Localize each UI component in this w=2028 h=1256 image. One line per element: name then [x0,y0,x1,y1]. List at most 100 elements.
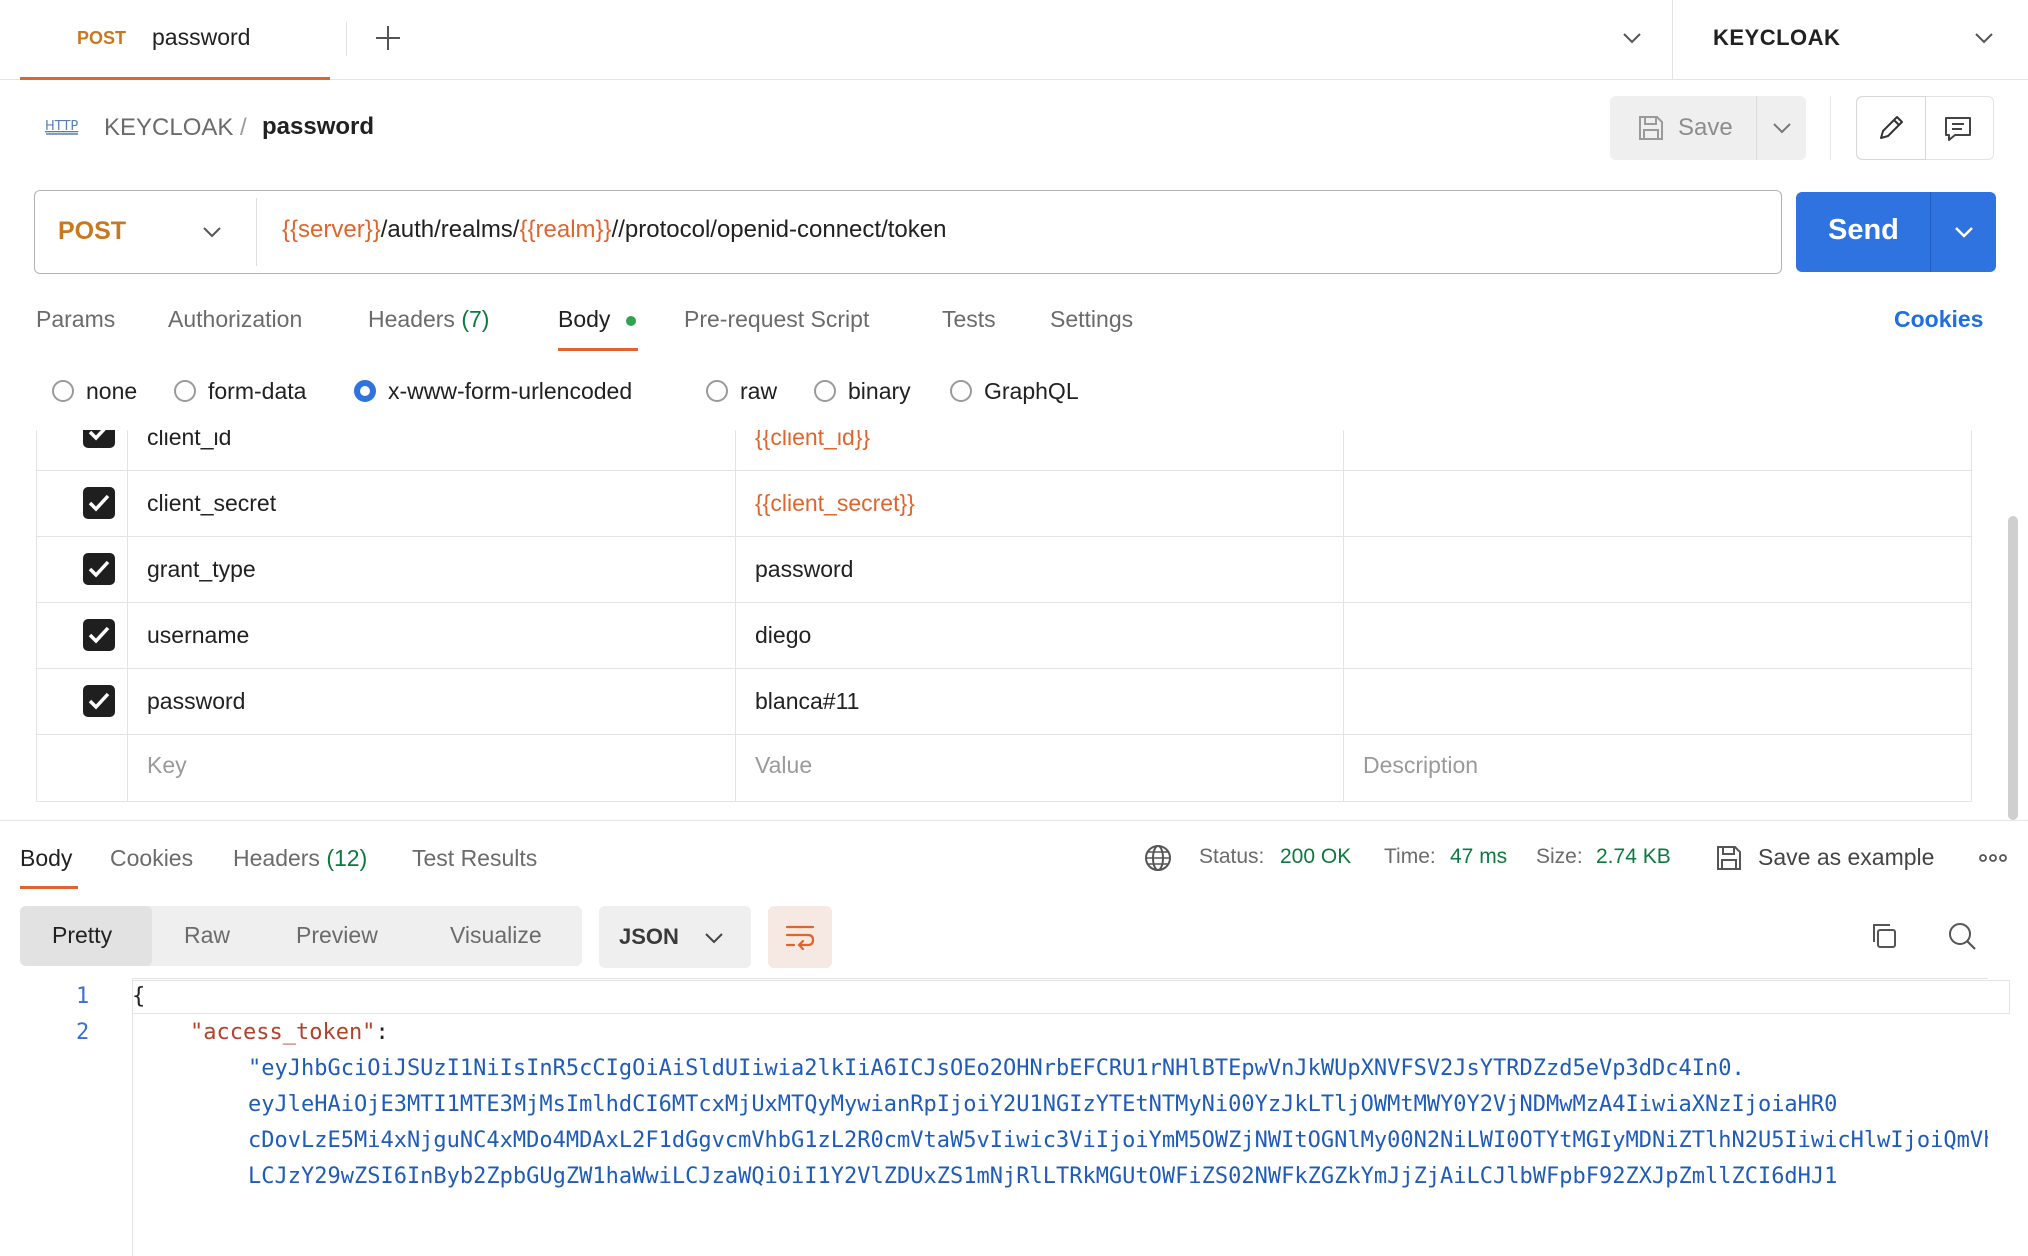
param-checkbox[interactable] [83,487,115,519]
param-key[interactable]: username [147,622,249,649]
search-icon[interactable] [1946,920,1978,952]
response-tab-cookies[interactable]: Cookies [110,845,193,872]
tab-tests[interactable]: Tests [942,306,996,333]
view-visualize-button[interactable]: Visualize [450,922,542,949]
param-key[interactable]: client_id [147,430,231,451]
radio-form-data[interactable] [174,380,196,402]
cookies-link[interactable]: Cookies [1894,306,1983,333]
url-realm-variable: {{realm}} [519,216,612,243]
new-param-value-input[interactable]: Value [755,752,812,779]
row-divider [37,470,1971,471]
size-value[interactable]: 2.74 KB [1596,845,1671,869]
send-options-chevron-icon[interactable] [1952,222,1976,242]
format-chevron-down-icon [702,928,726,948]
column-divider [1343,430,1344,801]
tab-method-label: POST [77,28,127,48]
save-as-example-button[interactable]: Save as example [1758,844,1934,871]
radio-binary[interactable] [814,380,836,402]
url-path-segment: //protocol/openid-connect/token [611,216,947,243]
tab-params[interactable]: Params [36,306,115,333]
save-example-disk-icon [1714,843,1744,873]
response-tab-body[interactable]: Body [20,845,72,872]
response-pane-divider[interactable] [0,820,2028,821]
url-path-segment: /auth/realms/ [380,216,520,243]
response-tab-test-results[interactable]: Test Results [412,845,537,872]
size-label: Size: [1536,845,1583,868]
radio-x-www-form-urlencoded[interactable] [354,380,376,402]
radio-raw-label: raw [740,378,778,404]
url-input[interactable]: {{server}}/auth/realms/{{realm}}//protoc… [282,216,946,244]
param-checkbox[interactable] [83,553,115,585]
radio-graphql[interactable] [950,380,972,402]
param-value[interactable]: blanca#11 [755,688,859,715]
param-checkbox[interactable] [83,685,115,717]
param-value[interactable]: {{client_id}} [755,430,870,451]
copy-icon[interactable] [1868,920,1900,952]
json-key: "access_token" [190,1020,376,1045]
toolbar-divider [1830,96,1831,160]
time-value[interactable]: 47 ms [1450,845,1507,869]
access-token-value: "eyJhbGciOiJSUzI1NiIsInR5cCIgOiAiSldUIiw… [248,1056,1988,1256]
pencil-icon [1874,111,1908,145]
json-colon: : [375,1020,389,1045]
view-raw-button[interactable]: Raw [184,922,230,949]
param-value[interactable]: diego [755,622,811,649]
more-options-icon[interactable] [1978,848,2008,868]
line-number: 2 [76,1020,90,1045]
json-string-line: eyJleHAiOjE3MTI1MTE3MjMsImlhdCI6MTcxMjUx… [248,1092,1838,1117]
format-selector-label: JSON [619,924,679,949]
breadcrumb-request-name[interactable]: password [262,113,374,141]
new-param-description-input[interactable]: Description [1363,752,1478,779]
breadcrumb-collection[interactable]: KEYCLOAK [104,114,233,142]
new-param-key-input[interactable]: Key [147,752,187,779]
tab-headers-count: (7) [461,306,490,332]
status-label: Status: [1199,845,1265,868]
current-line-highlight [132,980,2010,1014]
http-request-icon: HTTP [42,112,82,142]
param-value[interactable]: {{client_secret}} [755,490,915,517]
row-divider [37,668,1971,669]
tab-pre-request-script[interactable]: Pre-request Script [684,306,869,333]
radio-graphql-label: GraphQL [984,378,1079,404]
param-checkbox[interactable] [83,430,115,448]
save-button[interactable]: Save [1678,114,1733,142]
time-label: Time: [1384,845,1436,868]
globe-icon[interactable] [1143,843,1173,873]
param-value[interactable]: password [755,556,853,583]
code-line: "access_token": [190,1020,389,1045]
view-preview-button[interactable]: Preview [296,922,378,949]
method-chevron-down-icon[interactable] [200,222,224,242]
environment-selector[interactable]: KEYCLOAK [1713,25,1840,51]
json-string-line: LCJzY29wZSI6InByb2ZpbGUgZW1haWwiLCJzaWQi… [248,1164,1838,1189]
param-key[interactable]: password [147,688,245,715]
tab-body-active-underline [558,348,638,351]
tabs-overflow-chevron-icon[interactable] [1620,28,1644,48]
response-tab-headers[interactable]: Headers (12) [233,845,367,872]
scrollbar[interactable] [2008,516,2018,820]
tab-name-label: password [152,24,251,50]
radio-x-www-form-urlencoded-label: x-www-form-urlencoded [388,378,633,404]
tab-headers[interactable]: Headers (7) [368,306,489,333]
environment-chevron-down-icon[interactable] [1972,28,1996,48]
tab-separator [346,22,347,56]
radio-raw[interactable] [706,380,728,402]
tab-body[interactable]: Body [558,306,610,333]
tab-headers-label: Headers [368,306,455,332]
param-checkbox[interactable] [83,619,115,651]
column-divider [735,430,736,801]
response-tab-headers-count: (12) [326,845,368,871]
svg-text:HTTP: HTTP [45,119,78,134]
json-string-line: cDovLzE5Mi4xNjguNC4xMDo4MDAxL2F1dGgvcmVh… [248,1128,1988,1153]
comments-icon[interactable] [1942,113,1974,145]
method-selector[interactable]: POST [58,217,126,246]
new-tab-icon[interactable] [372,22,404,54]
view-pretty-label: Pretty [52,922,113,948]
status-value[interactable]: 200 OK [1280,845,1351,869]
param-key[interactable]: client_secret [147,490,276,517]
tab-authorization[interactable]: Authorization [168,306,302,333]
radio-form-data-label: form-data [208,378,307,404]
save-options-chevron-icon[interactable] [1770,118,1794,138]
radio-none[interactable] [52,380,74,402]
tab-settings[interactable]: Settings [1050,306,1133,333]
param-key[interactable]: grant_type [147,556,256,583]
